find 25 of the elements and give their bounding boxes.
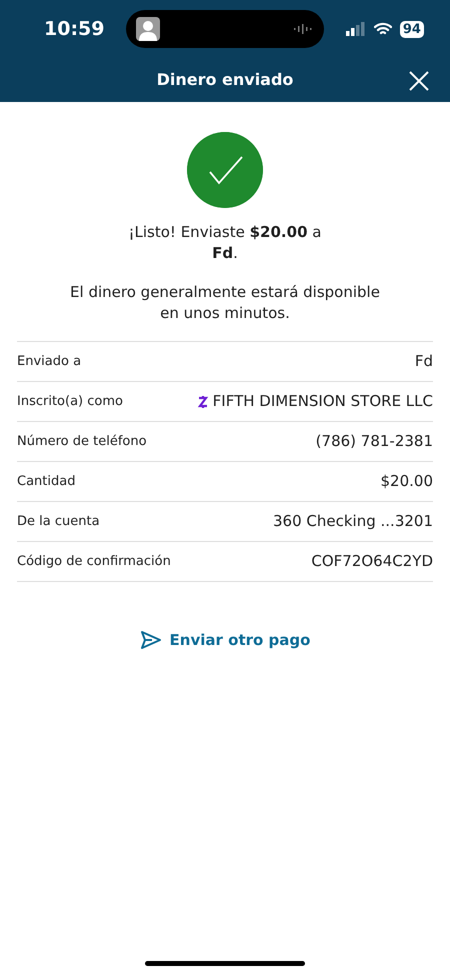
availability-note: El dinero generalmente estará disponible en unos minutos. <box>69 282 381 324</box>
signal-icon <box>346 22 366 36</box>
detail-label: Código de confirmación <box>17 552 171 571</box>
success-check-icon <box>187 132 263 208</box>
detail-label: Cantidad <box>17 472 76 491</box>
send-icon <box>140 630 162 650</box>
detail-label: Número de teléfono <box>17 432 147 451</box>
payment-logo-icon <box>196 394 209 408</box>
detail-value: COF72O64C2YD <box>311 551 433 572</box>
detail-label: Enviado a <box>17 352 82 371</box>
detail-label: Inscrito(a) como <box>17 392 123 411</box>
success-message: ¡Listo! Enviaste $20.00 a Fd. <box>128 222 322 264</box>
detail-label: De la cuenta <box>17 512 100 531</box>
screen-title: Dinero enviado <box>156 69 294 91</box>
detail-value: $20.00 <box>380 471 433 492</box>
detail-value: Fd <box>414 351 433 372</box>
battery-level: 94 <box>400 20 424 38</box>
wifi-icon <box>374 22 392 36</box>
audio-wave-icon <box>294 24 314 34</box>
send-another-payment-button[interactable]: Enviar otro pago <box>134 628 316 652</box>
detail-value: (786) 781-2381 <box>316 431 433 452</box>
detail-value: FIFTH DIMENSION STORE LLC <box>212 391 433 412</box>
status-time: 10:59 <box>44 16 104 42</box>
detail-value: 360 Checking ...3201 <box>273 511 433 532</box>
avatar-icon <box>136 17 160 41</box>
